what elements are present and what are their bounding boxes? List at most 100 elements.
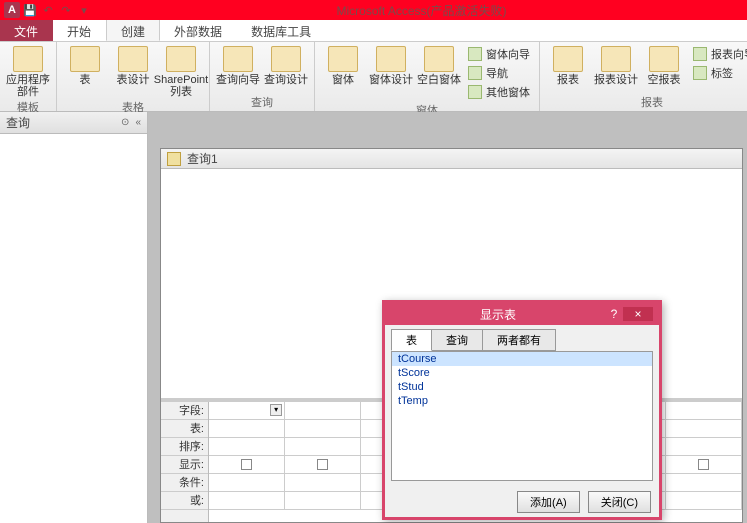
report-button[interactable]: 报表 (546, 44, 590, 86)
dialog-close-icon[interactable]: × (623, 307, 653, 321)
dialog-tab-both[interactable]: 两者都有 (482, 329, 556, 351)
grid-cell[interactable] (285, 492, 361, 509)
grid-cell[interactable] (666, 438, 742, 455)
app-parts-button[interactable]: 应用程序 部件 (6, 44, 50, 98)
group-tables: 表 表设计 SharePoint 列表 表格 (57, 42, 210, 111)
save-icon[interactable]: 💾 (22, 2, 38, 18)
grid-label-criteria: 条件: (161, 474, 208, 492)
table-icon (70, 46, 100, 72)
query-wizard-button[interactable]: 查询向导 (216, 44, 260, 86)
grid-cell[interactable]: ▾ (209, 402, 285, 419)
show-checkbox[interactable] (241, 459, 252, 470)
grid-cell[interactable] (666, 420, 742, 437)
report-design-button[interactable]: 报表设计 (594, 44, 638, 86)
list-item[interactable]: tTemp (392, 394, 652, 408)
table-design-label: 表设计 (117, 74, 150, 86)
grid-cell[interactable] (666, 402, 742, 419)
group-queries-label: 查询 (216, 93, 308, 111)
report-wizard-label: 报表向导 (711, 46, 747, 62)
grid-cell[interactable] (285, 420, 361, 437)
other-forms-label: 其他窗体 (486, 84, 530, 100)
table-label: 表 (80, 74, 91, 86)
show-checkbox[interactable] (317, 459, 328, 470)
navpane-title: 查询 (6, 114, 30, 131)
dialog-titlebar[interactable]: 显示表 ? × (385, 303, 659, 325)
labels-label: 标签 (711, 65, 733, 81)
navigation-label: 导航 (486, 65, 508, 81)
form-design-button[interactable]: 窗体设计 (369, 44, 413, 86)
tab-external-data[interactable]: 外部数据 (160, 20, 237, 41)
grid-cell-show[interactable] (285, 456, 361, 473)
query-design-button[interactable]: 查询设计 (264, 44, 308, 86)
grid-cell-show[interactable] (666, 456, 742, 473)
grid-cell[interactable] (209, 420, 285, 437)
query-design-label: 查询设计 (264, 74, 308, 86)
app-parts-label: 应用程序 部件 (6, 74, 50, 98)
grid-row-labels: 字段: 表: 排序: 显示: 条件: 或: (161, 402, 209, 522)
navpane-header[interactable]: 查询 ⊙ « (0, 112, 147, 134)
titlebar: A 💾 ↶ ↷ ▾ Microsoft Access(产品激活失败) (0, 0, 747, 20)
other-forms-button[interactable]: 其他窗体 (465, 83, 533, 101)
blank-form-icon (424, 46, 454, 72)
sharepoint-icon (166, 46, 196, 72)
grid-cell[interactable] (285, 474, 361, 491)
report-wizard-button[interactable]: 报表向导 (690, 45, 747, 63)
close-button[interactable]: 关闭(C) (588, 491, 651, 513)
sharepoint-label: SharePoint 列表 (154, 74, 208, 98)
navpane-collapse-icon[interactable]: « (135, 117, 141, 128)
qat-dropdown-icon[interactable]: ▾ (76, 2, 92, 18)
query-icon (167, 152, 181, 166)
tab-home[interactable]: 开始 (53, 20, 106, 41)
sharepoint-button[interactable]: SharePoint 列表 (159, 44, 203, 98)
quick-access-toolbar: A 💾 ↶ ↷ ▾ (0, 2, 96, 18)
dialog-buttons: 添加(A) 关闭(C) (385, 487, 659, 517)
group-templates: 应用程序 部件 模板 (0, 42, 57, 111)
form-button[interactable]: 窗体 (321, 44, 365, 86)
app-logo: A (4, 2, 20, 18)
report-label: 报表 (557, 74, 579, 86)
table-design-button[interactable]: 表设计 (111, 44, 155, 86)
list-item[interactable]: tCourse (392, 352, 652, 366)
form-label: 窗体 (332, 74, 354, 86)
navpane-dropdown-icon[interactable]: ⊙ (121, 117, 129, 128)
table-design-icon (118, 46, 148, 72)
grid-cell[interactable] (666, 492, 742, 509)
grid-cell[interactable] (209, 474, 285, 491)
tab-create[interactable]: 创建 (106, 20, 160, 41)
grid-cell[interactable] (209, 492, 285, 509)
query-wizard-label: 查询向导 (216, 74, 260, 86)
dialog-help-icon[interactable]: ? (605, 307, 623, 321)
ribbon: 应用程序 部件 模板 表 表设计 SharePoint 列表 表格 查询向导 查… (0, 42, 747, 112)
navigation-pane: 查询 ⊙ « (0, 112, 148, 523)
form-wizard-button[interactable]: 窗体向导 (465, 45, 533, 63)
grid-cell[interactable] (285, 438, 361, 455)
labels-button[interactable]: 标签 (690, 64, 747, 82)
dialog-table-list[interactable]: tCourse tScore tStud tTemp (391, 351, 653, 481)
list-item[interactable]: tStud (392, 380, 652, 394)
grid-cell[interactable] (666, 474, 742, 491)
dialog-tab-tables[interactable]: 表 (391, 329, 432, 351)
blank-form-button[interactable]: 空白窗体 (417, 44, 461, 86)
form-icon (328, 46, 358, 72)
grid-cell-show[interactable] (209, 456, 285, 473)
tab-file[interactable]: 文件 (0, 20, 53, 41)
grid-label-or: 或: (161, 492, 208, 510)
group-forms: 窗体 窗体设计 空白窗体 窗体向导 导航 其他窗体 窗体 (315, 42, 540, 111)
navigation-button[interactable]: 导航 (465, 64, 533, 82)
undo-icon[interactable]: ↶ (40, 2, 56, 18)
dialog-tab-queries[interactable]: 查询 (431, 329, 483, 351)
grid-cell[interactable] (285, 402, 361, 419)
child-window-titlebar[interactable]: 查询1 (161, 149, 742, 169)
blank-report-label: 空报表 (648, 74, 681, 86)
report-design-label: 报表设计 (594, 74, 638, 86)
table-button[interactable]: 表 (63, 44, 107, 86)
report-wizard-icon (693, 47, 707, 61)
dropdown-icon[interactable]: ▾ (270, 404, 282, 416)
blank-report-button[interactable]: 空报表 (642, 44, 686, 86)
add-button[interactable]: 添加(A) (517, 491, 580, 513)
list-item[interactable]: tScore (392, 366, 652, 380)
show-checkbox[interactable] (698, 459, 709, 470)
redo-icon[interactable]: ↷ (58, 2, 74, 18)
tab-db-tools[interactable]: 数据库工具 (237, 20, 326, 41)
grid-cell[interactable] (209, 438, 285, 455)
